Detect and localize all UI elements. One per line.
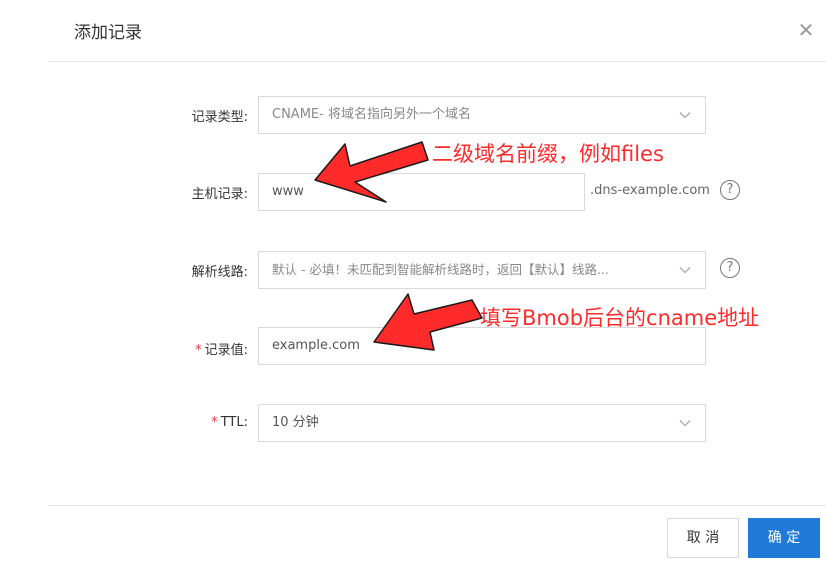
close-icon[interactable]: ✕ [796,20,816,40]
add-record-dialog: 添加记录 ✕ 记录类型: CNAME- 将域名指向另外一个域名 主机记录: ww… [0,0,826,575]
host-help-icon[interactable]: ? [720,180,740,200]
record-value-input-value: example.com [272,338,360,353]
record-type-value: CNAME- 将域名指向另外一个域名 [272,107,471,122]
chevron-down-icon [679,264,691,276]
value-hint-annotation: 填写Bmob后台的cname地址 [480,306,760,330]
host-hint-annotation: 二级域名前缀，例如files [432,142,664,166]
dialog-title: 添加记录 [74,23,142,43]
host-label: 主机记录: [191,187,248,202]
record-value-label: * 记录值: [128,339,248,358]
arrow-icon [373,293,483,351]
dialog-header: 添加记录 ✕ [0,0,826,62]
chevron-down-icon [679,109,691,121]
ttl-value: 10 分钟 [272,415,319,430]
host-input-value: www [272,184,304,199]
record-type-label: 记录类型: [191,110,248,125]
record-value-label-text: 记录值: [204,343,248,358]
line-label: 解析线路: [191,265,248,280]
ttl-label-text: TTL: [220,415,248,430]
header-divider [48,61,826,62]
line-value: 默认 - 必填！未匹配到智能解析线路时，返回【默认】线路... [272,262,609,277]
line-select[interactable]: 默认 - 必填！未匹配到智能解析线路时，返回【默认】线路... [258,251,706,289]
cancel-button[interactable]: 取 消 [667,518,739,558]
arrow-icon [314,141,429,203]
ttl-label: * TTL: [128,415,248,430]
required-mark: * [195,343,202,358]
ttl-select[interactable]: 10 分钟 [258,404,706,442]
line-help-icon[interactable]: ? [720,258,740,278]
host-domain-suffix: .dns-example.com [590,183,710,198]
record-type-select[interactable]: CNAME- 将域名指向另外一个域名 [258,96,706,134]
footer-divider [48,505,826,506]
chevron-down-icon [679,417,691,429]
required-mark: * [211,415,218,430]
confirm-button[interactable]: 确 定 [748,518,820,558]
